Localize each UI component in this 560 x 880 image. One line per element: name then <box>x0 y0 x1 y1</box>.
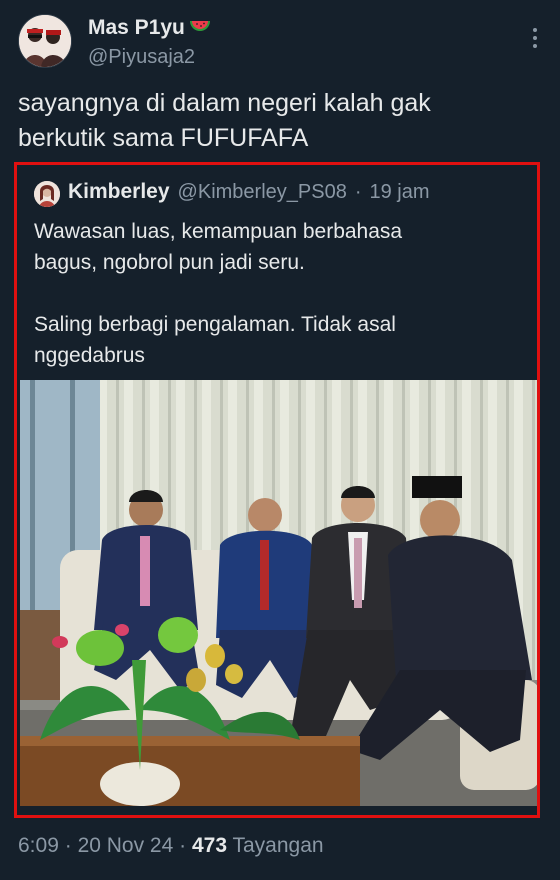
user-avatar[interactable] <box>18 14 72 68</box>
watermelon-icon <box>189 19 211 38</box>
tweet-footer: 6:09 · 20 Nov 24 · 473 Tayangan <box>18 834 324 858</box>
highlight-border <box>14 162 540 818</box>
views-label[interactable]: Tayangan <box>233 834 324 857</box>
separator-dot: · <box>64 834 72 857</box>
separator-dot: · <box>179 834 187 857</box>
tweet-text-line: berkutik sama FUFUFAFA <box>18 124 309 152</box>
more-vertical-icon[interactable] <box>532 28 538 50</box>
user-display-name[interactable]: Mas P1yu <box>88 16 185 40</box>
tweet-text-line: sayangnya di dalam negeri kalah gak <box>18 89 431 117</box>
tweet-text: sayangnya di dalam negeri kalah gak berk… <box>18 86 538 156</box>
views-count[interactable]: 473 <box>192 834 227 857</box>
avatar-image <box>19 15 71 67</box>
user-name-row: Mas P1yu <box>88 16 211 40</box>
tweet-date[interactable]: 20 Nov 24 <box>78 834 174 857</box>
user-handle[interactable]: @Piyusaja2 <box>88 46 195 69</box>
tweet-time[interactable]: 6:09 <box>18 834 59 857</box>
tweet-header: Mas P1yu @Piyusaja2 <box>18 14 542 74</box>
